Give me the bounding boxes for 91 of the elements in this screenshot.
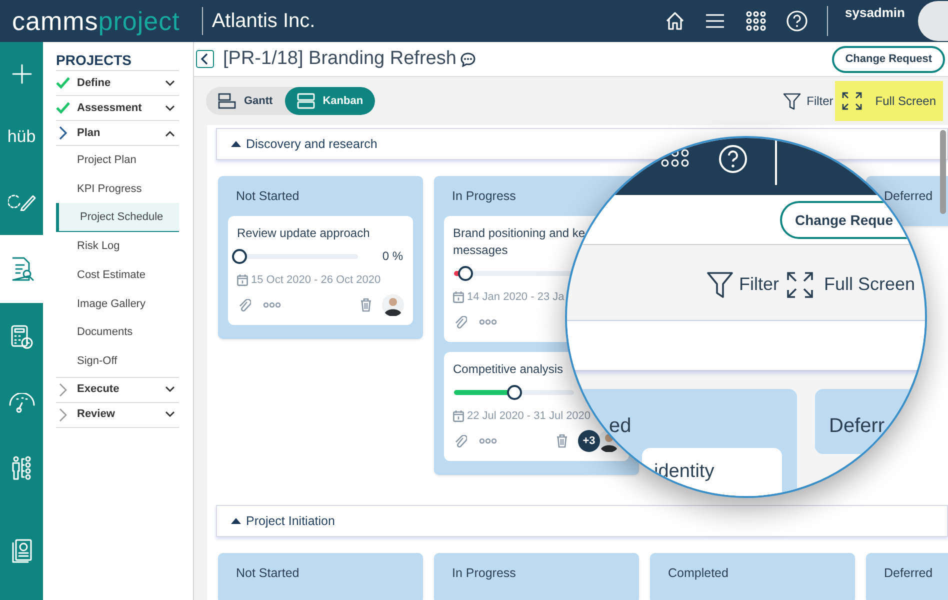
date-range: 22 Jul 2020 - 31 Jul 2020 [467, 408, 591, 424]
stage-row[interactable]: Define [56, 71, 179, 96]
change-request-button[interactable]: Change Request [832, 46, 945, 72]
check-icon [56, 102, 70, 114]
sidebar-link[interactable]: Project Schedule [56, 203, 179, 232]
trash-icon[interactable] [360, 298, 372, 312]
progress-thumb[interactable] [458, 266, 473, 280]
card-title: Competitive analysis [453, 361, 564, 378]
stage-row[interactable]: Assessment [56, 96, 179, 121]
apps-grid-icon [661, 149, 689, 167]
logo: cammsproject [12, 8, 180, 34]
user-name[interactable]: sysadmin [845, 3, 905, 22]
column-title: Not Started [235, 564, 300, 582]
caret-up-icon [231, 141, 241, 147]
sidebar-heading: PROJECTS [56, 52, 179, 71]
home-icon[interactable] [664, 10, 686, 32]
progress-thumb[interactable] [232, 248, 247, 264]
company-name: Atlantis Inc. [212, 9, 316, 34]
stage-row[interactable]: Plan [56, 121, 179, 146]
calendar-icon [453, 291, 464, 303]
chevron-down-icon [165, 411, 175, 418]
report-icon[interactable] [10, 538, 32, 564]
hub-logo[interactable]: hüb [7, 128, 36, 144]
filter-icon [707, 272, 733, 298]
sidebar-link[interactable]: Documents [56, 318, 179, 347]
calendar-icon [237, 274, 248, 286]
trash-icon[interactable] [556, 434, 568, 448]
date-range: 15 Oct 2020 - 26 Oct 2020 [251, 272, 381, 288]
calendar-icon [453, 410, 464, 422]
assignee-count-badge[interactable]: +3 [578, 430, 600, 452]
column-title: Deferr [829, 414, 885, 439]
view-toggle-tab[interactable]: Gantt [206, 87, 285, 115]
column-title: Completed [667, 564, 730, 582]
card-title: Review update approach [237, 225, 371, 242]
chevron-down-icon [165, 386, 175, 393]
column-title: Deferred [883, 564, 934, 582]
full-screen-button[interactable]: Full Screen [835, 81, 943, 121]
menu-icon[interactable] [705, 12, 726, 30]
help-icon [718, 144, 748, 174]
chevron-down-icon [165, 80, 175, 86]
sidebar-link[interactable]: Risk Log [56, 232, 179, 261]
more-icon[interactable] [479, 319, 497, 325]
comment-icon[interactable] [460, 52, 476, 66]
task-card[interactable]: Review update approach 0 % 15 Oct 2020 - 26 Oct 2020 [228, 216, 413, 325]
sidebar-link[interactable]: KPI Progress [56, 174, 179, 204]
user-avatar[interactable] [918, 1, 948, 41]
filter-icon [782, 92, 801, 110]
calculator-clock-icon[interactable] [10, 324, 34, 350]
column-title: In Progress [451, 564, 517, 582]
paperclip-icon[interactable] [454, 316, 467, 328]
chevron-down-icon [165, 104, 175, 112]
filter-label: Filter [739, 273, 779, 296]
caret-up-icon [231, 518, 241, 524]
sidebar-link[interactable]: Cost Estimate [56, 260, 179, 290]
column-title: Deferred [883, 188, 934, 205]
back-button[interactable] [196, 50, 214, 68]
help-icon[interactable] [786, 10, 808, 32]
sidebar-link[interactable]: Project Plan [56, 146, 179, 175]
chevron-up-icon [165, 130, 175, 136]
sidebar-link[interactable]: Sign-Off [56, 346, 179, 376]
full-screen-label: Full Screen [824, 273, 916, 296]
page-title: [PR-1/18] Branding Refresh [223, 46, 456, 71]
stage-row[interactable]: Review [56, 402, 179, 428]
progress-thumb[interactable] [506, 384, 522, 400]
expand-icon [787, 272, 813, 298]
scrollbar-thumb[interactable] [940, 130, 946, 214]
check-icon [56, 77, 70, 89]
paperclip-icon[interactable] [454, 434, 467, 448]
apps-grid-icon[interactable] [746, 11, 766, 31]
column-title: In Progress [451, 188, 517, 205]
column-title: ed [609, 414, 632, 439]
column-title: Not Started [235, 188, 300, 205]
gauge-icon[interactable] [8, 392, 36, 412]
kanban-icon [296, 93, 315, 109]
avatar[interactable] [382, 294, 404, 316]
section-header[interactable]: Project Initiation [216, 505, 948, 537]
card-title: Brand positioning and ke messages [453, 225, 586, 259]
expand-icon [842, 92, 862, 110]
filter-button[interactable]: Filter [782, 81, 834, 121]
document-search-icon[interactable] [10, 256, 34, 282]
date-range: 14 Jan 2020 - 23 Ja [467, 290, 564, 305]
gantt-icon [218, 93, 236, 109]
plus-icon[interactable] [12, 64, 32, 84]
more-icon[interactable] [263, 302, 281, 308]
sidebar-link[interactable]: Image Gallery [56, 289, 179, 318]
stage-row[interactable]: Execute [56, 378, 179, 402]
people-hierarchy-icon[interactable] [10, 454, 34, 480]
more-icon[interactable] [479, 438, 497, 444]
progress-reading: 0 % [382, 248, 403, 265]
view-toggle-tab[interactable]: Kanban [284, 87, 376, 115]
paperclip-icon[interactable] [238, 298, 251, 312]
